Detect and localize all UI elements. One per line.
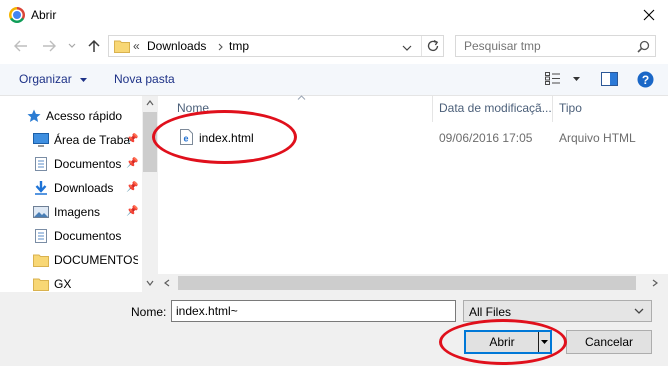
title-bar <box>0 0 668 30</box>
arrow-up-icon <box>88 39 100 52</box>
column-header-type[interactable]: Tipo <box>559 101 582 115</box>
pictures-icon <box>33 206 49 218</box>
help-button[interactable]: ? <box>637 71 654 91</box>
chevron-down-icon <box>634 308 644 314</box>
svg-text:?: ? <box>642 73 649 87</box>
desktop-icon <box>33 133 49 147</box>
folder-icon <box>114 40 130 53</box>
sort-ascending-icon <box>297 95 306 100</box>
column-divider[interactable] <box>552 96 553 122</box>
up-button[interactable] <box>86 36 102 56</box>
search-input[interactable] <box>464 39 634 53</box>
preview-pane-button[interactable] <box>601 72 618 89</box>
nav-item-documents[interactable]: Documentos 📌 <box>0 153 142 175</box>
navigation-pane: Acesso rápido Área de Traba 📌 Documentos… <box>0 96 158 292</box>
star-icon <box>27 109 41 122</box>
pin-icon: 📌 <box>126 158 139 169</box>
organize-label: Organizar <box>19 72 72 86</box>
arrow-right-icon <box>43 40 56 52</box>
nav-scroll-thumb[interactable] <box>143 112 157 172</box>
file-name: index.html <box>199 131 254 145</box>
chevron-down-icon <box>68 43 76 48</box>
preview-pane-icon <box>601 72 618 86</box>
breadcrumb-overflow[interactable]: « <box>133 39 140 53</box>
column-header-name[interactable]: Nome <box>177 101 209 115</box>
caret-down-icon <box>80 78 88 82</box>
nav-item-documentos-folder[interactable]: DOCUMENTOS <box>0 249 142 271</box>
nav-item-desktop[interactable]: Área de Traba 📌 <box>0 129 142 151</box>
new-folder-button[interactable]: Nova pasta <box>114 72 175 86</box>
file-type-value: All Files <box>469 305 512 319</box>
scroll-right-icon[interactable] <box>652 279 658 287</box>
nav-item-gx[interactable]: GX <box>0 273 142 292</box>
nav-item-label: DOCUMENTOS <box>54 253 138 267</box>
folder-icon <box>33 278 49 291</box>
horizontal-scrollbar[interactable] <box>158 274 668 292</box>
nav-quick-access[interactable]: Acesso rápido <box>0 105 142 127</box>
close-button[interactable] <box>630 0 668 30</box>
pin-icon: 📌 <box>126 206 139 217</box>
chevron-right-icon <box>218 43 223 51</box>
open-button-label: Abrir <box>489 335 515 349</box>
window-title: Abrir <box>31 8 57 22</box>
command-bar <box>0 64 668 96</box>
help-icon: ? <box>637 71 654 88</box>
nav-item-downloads[interactable]: Downloads 📌 <box>0 177 142 199</box>
pin-icon: 📌 <box>126 134 139 145</box>
organize-menu[interactable]: Organizar <box>19 72 88 86</box>
file-name-input[interactable] <box>171 300 456 322</box>
caret-down-icon <box>573 77 580 81</box>
html-file-icon: e <box>180 129 193 145</box>
file-name-label: Nome: <box>131 305 167 319</box>
horizontal-scroll-thumb[interactable] <box>178 276 636 290</box>
breadcrumb-downloads[interactable]: Downloads <box>147 39 206 53</box>
nav-item-documents-2[interactable]: Documentos <box>0 225 142 247</box>
chevron-down-icon <box>402 45 412 51</box>
back-button[interactable] <box>12 36 30 56</box>
scroll-up-icon[interactable] <box>146 100 154 106</box>
pin-icon: 📌 <box>126 182 139 193</box>
scroll-left-icon[interactable] <box>164 279 170 287</box>
nav-item-label: GX <box>54 277 72 291</box>
caret-down-icon[interactable] <box>541 340 548 344</box>
breadcrumb-tmp[interactable]: tmp <box>229 39 249 53</box>
cancel-button[interactable]: Cancelar <box>566 330 652 354</box>
view-options-button[interactable] <box>545 72 580 88</box>
nav-scrollbar[interactable] <box>142 96 158 292</box>
address-history-button[interactable] <box>402 41 412 55</box>
file-type: Arquivo HTML <box>559 131 636 145</box>
file-modified: 09/06/2016 17:05 <box>439 131 533 145</box>
scroll-down-icon[interactable] <box>146 280 154 286</box>
split-divider <box>538 332 539 352</box>
file-type-select[interactable]: All Files <box>463 300 652 322</box>
address-bar[interactable]: « Downloads tmp <box>108 35 444 57</box>
search-box[interactable] <box>455 35 656 57</box>
forward-button[interactable] <box>40 36 58 56</box>
recent-locations-button[interactable] <box>66 36 78 56</box>
downloads-icon <box>35 181 47 195</box>
details-view-icon <box>545 72 560 85</box>
arrow-left-icon <box>14 40 27 52</box>
column-divider[interactable] <box>432 96 433 122</box>
open-button[interactable]: Abrir <box>464 330 552 354</box>
refresh-button[interactable] <box>426 39 440 56</box>
documents-icon <box>35 157 47 171</box>
address-divider <box>421 36 422 56</box>
search-icon <box>637 40 650 53</box>
folder-icon <box>33 254 49 267</box>
nav-item-pictures[interactable]: Imagens 📌 <box>0 201 142 223</box>
documents-icon <box>35 229 47 243</box>
chrome-icon <box>9 7 25 23</box>
refresh-icon <box>427 40 439 52</box>
column-header-date[interactable]: Data de modificaçã... <box>439 101 552 115</box>
svg-text:e: e <box>183 134 188 144</box>
close-icon <box>643 9 655 21</box>
nav-item-label: Documentos <box>54 229 122 243</box>
nav-quick-access-label: Acesso rápido <box>46 109 123 123</box>
